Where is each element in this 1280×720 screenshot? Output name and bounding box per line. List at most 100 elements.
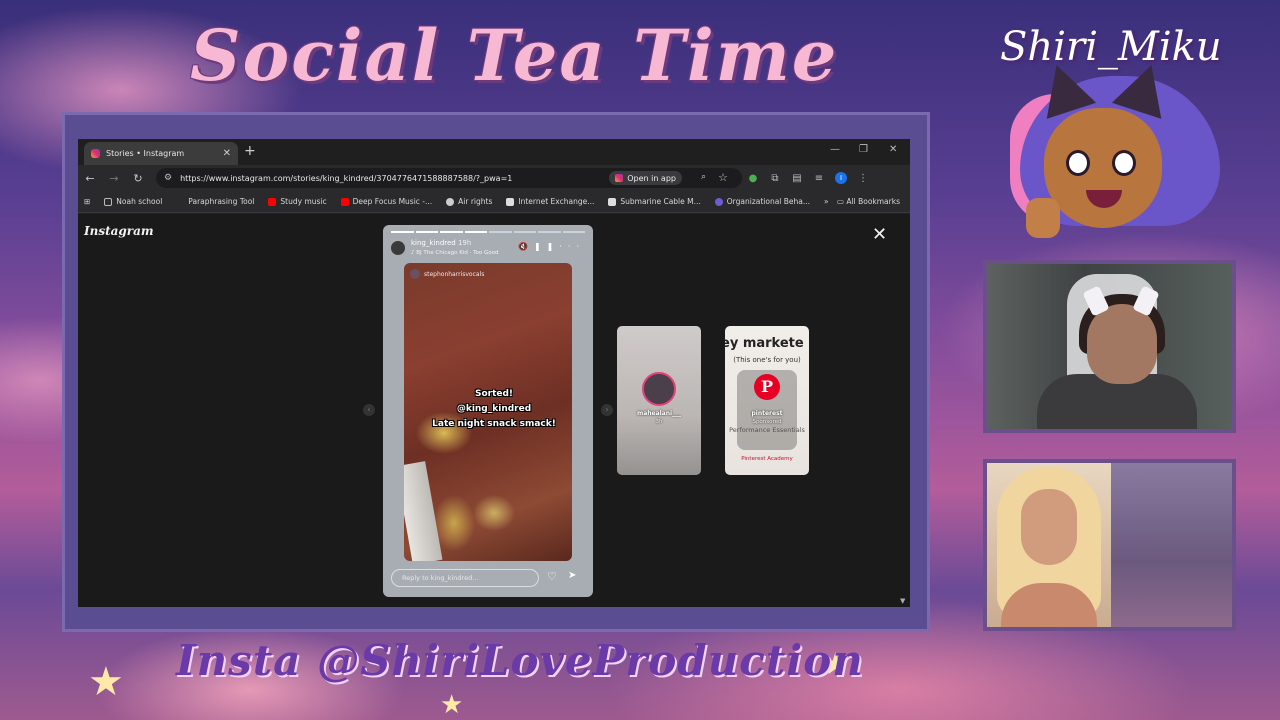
- pause-icon[interactable]: ❚❚: [534, 242, 559, 251]
- bookmark-star-icon[interactable]: ☆: [718, 171, 728, 184]
- menu-kebab-icon[interactable]: ⋮: [852, 173, 874, 184]
- tab-title: Stories • Instagram: [106, 149, 185, 158]
- youtube-icon: [340, 197, 349, 206]
- reply-input[interactable]: Reply to king_kindred...: [391, 569, 539, 587]
- media-controls-icon[interactable]: ≡: [808, 173, 830, 184]
- extension-icon[interactable]: ●: [742, 173, 764, 184]
- bookmark-label: Paraphrasing Tool: [188, 197, 255, 206]
- ad-subline: (This one's for you): [733, 356, 801, 364]
- bookmark-label: Internet Exchange...: [518, 197, 595, 206]
- apps-grid-icon[interactable]: ⊞: [84, 197, 90, 206]
- forward-arrow-icon[interactable]: →: [102, 172, 126, 185]
- story-song[interactable]: ♪ BJ The Chicago Kid · Too Good: [411, 250, 499, 256]
- webcam-feed-portrait: [983, 459, 1236, 631]
- stream-title: Social Tea Time: [190, 14, 839, 97]
- folder-icon: [104, 197, 113, 206]
- tab-strip: Stories • Instagram ✕ + — ❐ ✕: [78, 139, 910, 165]
- site-icon: [608, 197, 617, 206]
- open-in-app-label: Open in app: [627, 173, 676, 183]
- caption-line: Late night snack smack!: [432, 419, 556, 429]
- story-controls: 🔇❚❚···: [518, 242, 585, 251]
- caption-line: Sorted!: [474, 389, 514, 399]
- more-bookmarks-chevron-icon[interactable]: »: [824, 197, 829, 206]
- social-handle: Insta @ShiriLoveProduction: [176, 636, 864, 685]
- story-author-line: king_kindred 19h: [411, 239, 471, 247]
- instagram-icon: [91, 149, 100, 158]
- site-icon: [506, 197, 515, 206]
- bookmark-item[interactable]: Noah school: [104, 197, 162, 206]
- credit-avatar: [410, 269, 420, 279]
- bookmark-item[interactable]: Organizational Beha...: [714, 197, 811, 206]
- split-view-icon[interactable]: ▤: [786, 173, 808, 184]
- bookmark-label: Study music: [280, 197, 327, 206]
- story-author-avatar[interactable]: [391, 241, 405, 255]
- puzzle-extensions-icon[interactable]: ⧉: [764, 173, 786, 184]
- send-icon[interactable]: ➤: [568, 570, 576, 581]
- bookmark-item[interactable]: Air rights: [446, 197, 492, 206]
- address-bar[interactable]: ⚙ https://www.instagram.com/stories/king…: [156, 168, 742, 188]
- thumbnail-username: mahealani___: [636, 410, 682, 417]
- bookmark-item[interactable]: Deep Focus Music -...: [340, 197, 433, 206]
- bookmark-label: Deep Focus Music -...: [352, 197, 433, 206]
- scroll-down-arrow-icon[interactable]: ▼: [900, 597, 905, 605]
- streamer-avatar-illustration: [1000, 57, 1230, 244]
- close-stories-icon[interactable]: ✕: [872, 224, 887, 245]
- profile-avatar[interactable]: I: [835, 172, 847, 184]
- tab-instagram-stories[interactable]: Stories • Instagram ✕: [84, 142, 238, 165]
- instagram-icon: [615, 174, 624, 182]
- story-caption: Sorted! @king_kindred Late night snack s…: [424, 387, 564, 432]
- star-decoration: ★: [440, 690, 464, 720]
- site-info-icon[interactable]: ⚙: [164, 173, 172, 183]
- story-progress-bars: [391, 231, 585, 233]
- caption-line: @king_kindred: [456, 404, 532, 414]
- thumbnail-username: pinterest: [751, 410, 783, 417]
- bookmark-label: Noah school: [116, 197, 163, 206]
- bookmark-item[interactable]: Submarine Cable M...: [608, 197, 701, 206]
- bookmark-item[interactable]: Internet Exchange...: [506, 197, 594, 206]
- like-heart-icon[interactable]: ♡: [547, 570, 557, 583]
- more-options-icon[interactable]: ···: [559, 242, 585, 251]
- maximize-button[interactable]: ❐: [859, 144, 868, 155]
- all-bookmarks-button[interactable]: ▭ All Bookmarks: [837, 197, 900, 206]
- story-credit: stephonharrisvocals: [410, 269, 484, 279]
- bookmark-item[interactable]: Study music: [268, 197, 327, 206]
- next-story-thumbnail[interactable]: mahealani___ 3h: [617, 326, 701, 475]
- ad-headline: ey markete: [725, 336, 804, 351]
- story-username[interactable]: king_kindred: [411, 239, 456, 247]
- bookmark-label: Organizational Beha...: [726, 197, 811, 206]
- bookmark-item[interactable]: Paraphrasing Tool: [176, 197, 254, 206]
- sponsored-story-thumbnail[interactable]: ey markete (This one's for you) P pinter…: [725, 326, 809, 475]
- minimize-button[interactable]: —: [830, 144, 840, 155]
- new-tab-button[interactable]: +: [244, 143, 256, 159]
- globe-icon: [446, 197, 455, 206]
- zoom-icon[interactable]: ⌕: [701, 172, 706, 182]
- bookmark-label: Submarine Cable M...: [620, 197, 701, 206]
- story-time: 19h: [457, 239, 472, 247]
- previous-story-arrow-icon[interactable]: ‹: [363, 404, 375, 416]
- story-author-avatar: [642, 372, 676, 406]
- all-bookmarks-label: All Bookmarks: [846, 197, 900, 206]
- ad-feature-text: Performance Essentials: [729, 426, 805, 434]
- star-decoration: ★: [88, 659, 124, 705]
- ad-academy-label: Pinterest Academy: [741, 456, 793, 462]
- instagram-stories-viewer: Instagram ✕ ‹ › king_kindred 19h ♪ BJ Th…: [78, 214, 910, 607]
- active-story-card[interactable]: king_kindred 19h ♪ BJ The Chicago Kid · …: [383, 225, 593, 597]
- reload-icon[interactable]: ↻: [126, 172, 150, 185]
- story-photo: stephonharrisvocals Sorted! @king_kindre…: [404, 263, 572, 561]
- open-in-app-button[interactable]: Open in app: [609, 171, 682, 185]
- url-text: https://www.instagram.com/stories/king_k…: [180, 173, 513, 183]
- bookmarks-bar: ⊞ Noah school Paraphrasing Tool Study mu…: [78, 191, 910, 213]
- sponsored-label: Sponsored: [752, 419, 782, 425]
- story-header: king_kindred 19h ♪ BJ The Chicago Kid · …: [391, 239, 585, 259]
- browser-toolbar: ← → ↻ ⚙ https://www.instagram.com/storie…: [78, 165, 910, 191]
- close-tab-icon[interactable]: ✕: [223, 148, 231, 159]
- instagram-logo[interactable]: Instagram: [84, 224, 154, 238]
- next-story-arrow-icon[interactable]: ›: [601, 404, 613, 416]
- back-arrow-icon[interactable]: ←: [78, 172, 102, 185]
- credit-username: stephonharrisvocals: [424, 270, 485, 278]
- webcam-feed-primary: [983, 260, 1236, 433]
- thumbnail-time: 3h: [655, 419, 663, 425]
- mute-icon[interactable]: 🔇: [518, 242, 534, 251]
- youtube-icon: [268, 197, 277, 206]
- close-window-button[interactable]: ✕: [889, 144, 897, 155]
